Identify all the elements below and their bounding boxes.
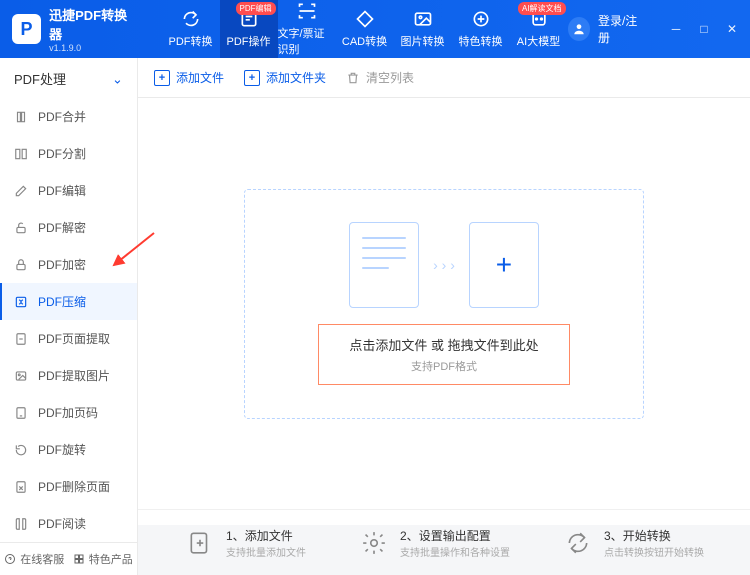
sidebar-item-extract-page[interactable]: PDF页面提取 — [0, 320, 137, 357]
merge-icon — [14, 110, 28, 124]
app-name: 迅捷PDF转换器 — [49, 5, 137, 43]
nav-tab-special[interactable]: 特色转换 — [452, 0, 510, 58]
step-add-icon — [184, 527, 216, 559]
step-2: 2、设置输出配置支持批量操作和各种设置 — [358, 527, 510, 559]
sidebar-item-decrypt[interactable]: PDF解密 — [0, 209, 137, 246]
edit-icon — [14, 184, 28, 198]
chevron-up-icon: ⌃ — [112, 70, 123, 86]
nav-tab-pdf-convert[interactable]: PDF转换 — [162, 0, 220, 58]
drop-hint: 点击添加文件 或 拖拽文件到此处 支持PDF格式 — [318, 324, 569, 385]
compress-icon — [14, 295, 28, 309]
close-button[interactable]: ✕ — [724, 21, 740, 37]
add-file-button[interactable]: +添加文件 — [154, 69, 224, 86]
trash-icon — [346, 71, 360, 85]
image-icon — [413, 9, 433, 29]
badge-ai: AI解读文档 — [518, 2, 566, 15]
step-convert-icon — [562, 527, 594, 559]
sidebar-item-compress[interactable]: PDF压缩 — [0, 283, 137, 320]
rotate-icon — [14, 443, 28, 457]
products-icon — [73, 553, 85, 565]
add-file-icon: + — [154, 70, 170, 86]
delete-page-icon — [14, 480, 28, 494]
app-logo: P 迅捷PDF转换器 v1.1.9.0 — [12, 5, 138, 53]
sidebar-item-page-number[interactable]: PDF加页码 — [0, 394, 137, 431]
step-1: 1、添加文件支持批量添加文件 — [184, 527, 306, 559]
extract-image-icon — [14, 369, 28, 383]
badge-pdf-edit: PDF编辑 — [236, 2, 276, 15]
doc-target-icon: + — [469, 222, 539, 308]
step-settings-icon — [358, 527, 390, 559]
drop-zone[interactable]: › › › + 点击添加文件 或 拖拽文件到此处 支持PDF格式 — [244, 189, 644, 419]
clear-list-button[interactable]: 清空列表 — [346, 69, 414, 86]
unlock-icon — [14, 221, 28, 235]
support-icon — [4, 553, 16, 565]
sidebar: PDF处理 ⌃ PDF合并 PDF分割 PDF编辑 PDF解密 PDF加密 PD… — [0, 58, 138, 575]
extract-page-icon — [14, 332, 28, 346]
steps-bar: 1、添加文件支持批量添加文件 2、设置输出配置支持批量操作和各种设置 3、开始转… — [138, 509, 750, 575]
sidebar-item-edit[interactable]: PDF编辑 — [0, 172, 137, 209]
page-number-icon — [14, 406, 28, 420]
sidebar-item-extract-image[interactable]: PDF提取图片 — [0, 357, 137, 394]
lock-icon — [14, 258, 28, 272]
star-icon — [471, 9, 491, 29]
arrow-icon: › › › — [433, 257, 455, 273]
avatar[interactable] — [568, 17, 590, 41]
nav-tab-ocr[interactable]: 文字/票证识别 — [278, 0, 336, 58]
nav-tab-ai[interactable]: AI解读文档 AI大模型 — [510, 0, 568, 58]
nav-tab-cad[interactable]: CAD转换 — [336, 0, 394, 58]
add-folder-button[interactable]: +添加文件夹 — [244, 69, 326, 86]
step-3: 3、开始转换点击转换按钮开始转换 — [562, 527, 704, 559]
online-support[interactable]: 在线客服 — [0, 543, 69, 575]
sidebar-item-rotate[interactable]: PDF旋转 — [0, 431, 137, 468]
sidebar-item-read[interactable]: PDF阅读 — [0, 505, 137, 542]
nav-tab-image[interactable]: 图片转换 — [394, 0, 452, 58]
sidebar-header[interactable]: PDF处理 ⌃ — [0, 58, 137, 98]
scan-icon — [297, 1, 317, 21]
convert-icon — [181, 9, 201, 29]
read-icon — [14, 517, 28, 531]
cad-icon — [355, 9, 375, 29]
login-link[interactable]: 登录/注册 — [598, 12, 646, 46]
sidebar-item-delete-page[interactable]: PDF删除页面 — [0, 468, 137, 505]
split-icon — [14, 147, 28, 161]
nav-tabs: PDF转换 PDF编辑 PDF操作 文字/票证识别 CAD转换 图片转换 — [162, 0, 568, 58]
minimize-button[interactable]: ─ — [668, 21, 684, 37]
plus-icon: + — [496, 249, 512, 281]
featured-products[interactable]: 特色产品 — [69, 543, 138, 575]
logo-icon: P — [12, 14, 41, 44]
user-icon — [572, 22, 586, 36]
doc-source-icon — [349, 222, 419, 308]
titlebar: P 迅捷PDF转换器 v1.1.9.0 PDF转换 PDF编辑 PDF操作 文字… — [0, 0, 750, 58]
add-folder-icon: + — [244, 70, 260, 86]
sidebar-item-split[interactable]: PDF分割 — [0, 135, 137, 172]
sidebar-item-merge[interactable]: PDF合并 — [0, 98, 137, 135]
maximize-button[interactable]: □ — [696, 21, 712, 37]
sidebar-item-encrypt[interactable]: PDF加密 — [0, 246, 137, 283]
toolbar: +添加文件 +添加文件夹 清空列表 — [138, 58, 750, 98]
nav-tab-pdf-operate[interactable]: PDF编辑 PDF操作 — [220, 0, 278, 58]
app-version: v1.1.9.0 — [49, 43, 137, 53]
